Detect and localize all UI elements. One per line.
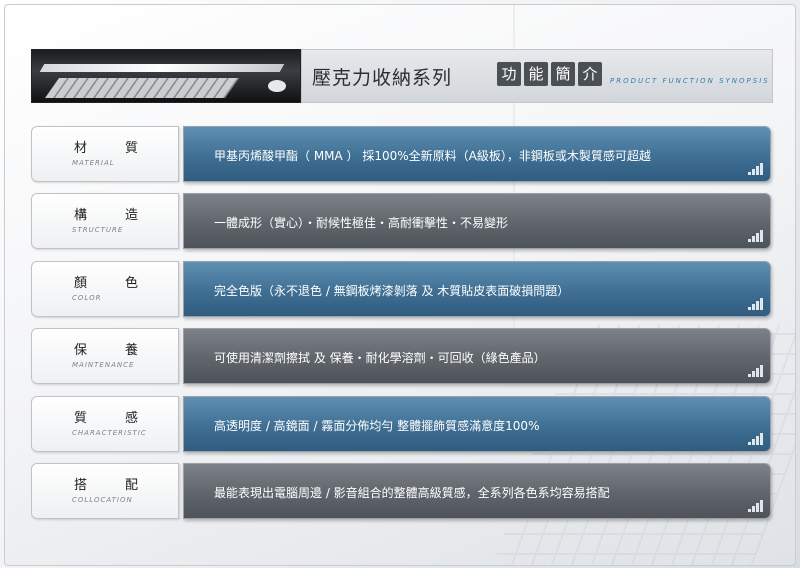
feature-label-cn: 保養 bbox=[74, 339, 138, 358]
signal-bars-icon bbox=[748, 230, 764, 242]
signal-bars-icon bbox=[748, 163, 764, 175]
feature-value: 完全色版（永不退色 / 無鋼板烤漆剝落 及 木質貼皮表面破損問題） bbox=[183, 261, 771, 317]
feature-label-en: MATERIAL bbox=[72, 159, 115, 167]
feature-label: 材質 MATERIAL bbox=[31, 126, 179, 182]
header-box-2: 能 bbox=[524, 62, 548, 86]
header-box-3: 簡 bbox=[551, 62, 575, 86]
signal-bars-icon bbox=[748, 500, 764, 512]
feature-label-en: CHARACTERISTIC bbox=[72, 429, 147, 437]
header-box-4: 介 bbox=[578, 62, 602, 86]
feature-label-char: 養 bbox=[124, 343, 138, 358]
page-frame: 壓克力收納系列 功 能 簡 介 PRODUCT FUNCTION SYNOPSI… bbox=[4, 4, 796, 566]
feature-value-text: 可使用清潔劑擦拭 及 保養・耐化學溶劑・可回收（綠色產品） bbox=[214, 351, 546, 365]
feature-label-cn: 搭配 bbox=[74, 474, 138, 493]
feature-value: 可使用清潔劑擦拭 及 保養・耐化學溶劑・可回收（綠色產品） bbox=[183, 328, 771, 384]
feature-label-char: 色 bbox=[124, 276, 138, 291]
feature-label-en: MAINTENANCE bbox=[72, 361, 135, 369]
signal-bars-icon bbox=[748, 365, 764, 377]
feature-value: 最能表現出電腦周邊 / 影音組合的整體高級質感，全系列各色系均容易搭配 bbox=[183, 463, 771, 519]
feature-value-text: 高透明度 / 高鏡面 / 霧面分佈均勻 整體擺飾質感滿意度100% bbox=[214, 419, 540, 433]
feature-value: 一體成形（實心）・耐候性極佳・高耐衝擊性・不易變形 bbox=[183, 193, 771, 249]
header-subtitle: PRODUCT FUNCTION SYNOPSIS bbox=[610, 77, 770, 85]
page-title: 壓克力收納系列 bbox=[312, 67, 453, 89]
feature-label-char: 感 bbox=[124, 411, 138, 426]
feature-label: 顏色 COLOR bbox=[31, 261, 179, 317]
feature-row: 構造 STRUCTURE 一體成形（實心）・耐候性極佳・高耐衝擊性・不易變形 bbox=[31, 193, 771, 249]
feature-row: 材質 MATERIAL 甲基丙烯酸甲酯（ MMA ） 採100%全新原料（A級板），… bbox=[31, 126, 771, 182]
feature-value: 甲基丙烯酸甲酯（ MMA ） 採100%全新原料（A級板），非鋼板或木製質感可超… bbox=[183, 126, 771, 182]
feature-value-text: 完全色版（永不退色 / 無鋼板烤漆剝落 及 木質貼皮表面破損問題） bbox=[214, 284, 570, 298]
feature-label-cn: 材質 bbox=[74, 137, 138, 156]
feature-label-en: COLOR bbox=[72, 294, 102, 302]
header-box-1: 功 bbox=[497, 62, 521, 86]
feature-label-cn: 顏色 bbox=[74, 272, 138, 291]
feature-value-text: 甲基丙烯酸甲酯（ MMA ） 採100%全新原料（A級板），非鋼板或木製質感可超… bbox=[214, 149, 651, 163]
feature-value-text: 一體成形（實心）・耐候性極佳・高耐衝擊性・不易變形 bbox=[214, 216, 509, 230]
feature-label-char: 質 bbox=[124, 141, 138, 156]
feature-value: 高透明度 / 高鏡面 / 霧面分佈均勻 整體擺飾質感滿意度100% bbox=[183, 396, 771, 452]
feature-label-char: 質 bbox=[74, 411, 88, 426]
feature-label-char: 配 bbox=[124, 478, 138, 493]
feature-row: 搭配 COLLOCATION 最能表現出電腦周邊 / 影音組合的整體高級質感，全系列… bbox=[31, 463, 771, 519]
feature-value-text: 最能表現出電腦周邊 / 影音組合的整體高級質感，全系列各色系均容易搭配 bbox=[214, 486, 610, 500]
feature-label-char: 構 bbox=[74, 208, 88, 223]
feature-label: 搭配 COLLOCATION bbox=[31, 463, 179, 519]
header-bar: 壓克力收納系列 功 能 簡 介 PRODUCT FUNCTION SYNOPSI… bbox=[301, 49, 773, 103]
feature-label-char: 造 bbox=[124, 208, 138, 223]
feature-label-en: STRUCTURE bbox=[72, 226, 124, 234]
feature-label: 質感 CHARACTERISTIC bbox=[31, 396, 179, 452]
feature-label-char: 顏 bbox=[74, 276, 88, 291]
feature-label: 構造 STRUCTURE bbox=[31, 193, 179, 249]
header-title-boxes: 功 能 簡 介 bbox=[497, 62, 602, 86]
signal-bars-icon bbox=[748, 433, 764, 445]
signal-bars-icon bbox=[748, 298, 764, 310]
feature-label-en: COLLOCATION bbox=[72, 496, 133, 504]
feature-label-cn: 構造 bbox=[74, 204, 138, 223]
feature-label-char: 搭 bbox=[74, 478, 88, 493]
feature-row: 顏色 COLOR 完全色版（永不退色 / 無鋼板烤漆剝落 及 木質貼皮表面破損問題） bbox=[31, 261, 771, 317]
feature-row: 保養 MAINTENANCE 可使用清潔劑擦拭 及 保養・耐化學溶劑・可回收（綠色產… bbox=[31, 328, 771, 384]
feature-label: 保養 MAINTENANCE bbox=[31, 328, 179, 384]
feature-label-char: 保 bbox=[74, 343, 88, 358]
feature-row: 質感 CHARACTERISTIC 高透明度 / 高鏡面 / 霧面分佈均勻 整體擺飾… bbox=[31, 396, 771, 452]
header-product-photo bbox=[31, 49, 301, 103]
feature-label-char: 材 bbox=[74, 141, 88, 156]
feature-label-cn: 質感 bbox=[74, 407, 138, 426]
